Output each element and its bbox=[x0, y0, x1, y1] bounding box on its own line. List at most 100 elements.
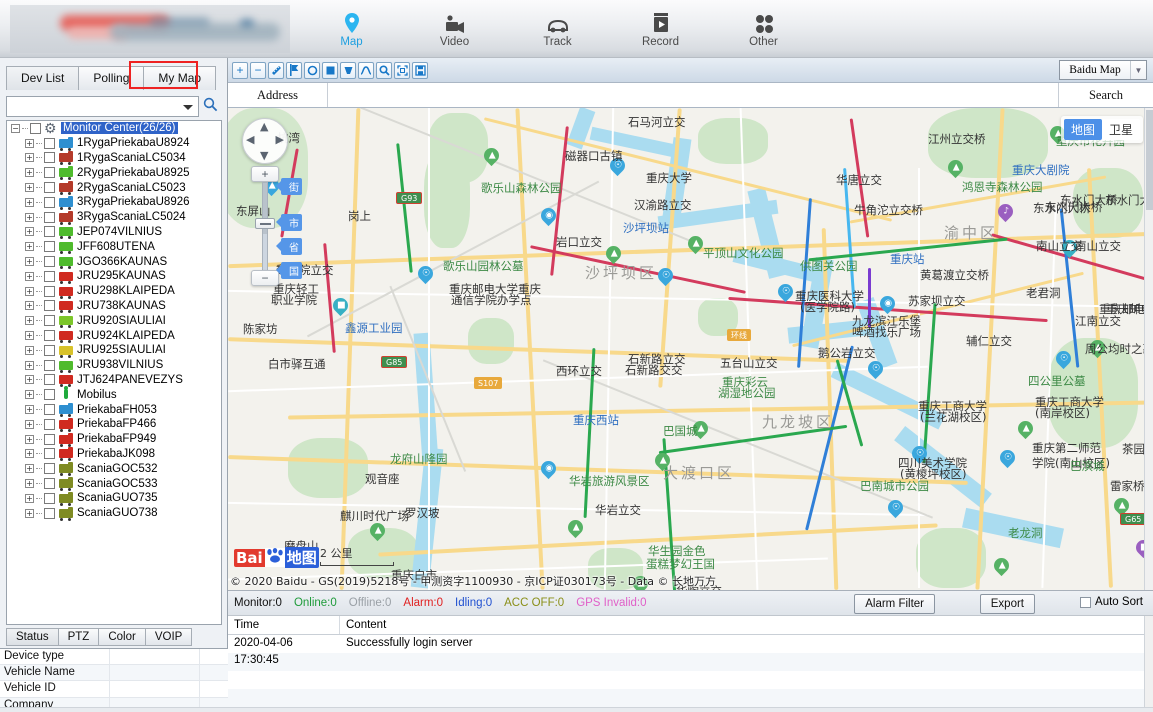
expand-icon[interactable]: + bbox=[25, 227, 34, 237]
tree-item[interactable]: +1RygaScaniaLC5034 bbox=[7, 151, 221, 166]
expand-icon[interactable]: + bbox=[25, 197, 34, 207]
tab-voip[interactable]: VOIP bbox=[144, 628, 193, 646]
checkbox-icon[interactable] bbox=[44, 433, 55, 445]
expand-icon[interactable]: + bbox=[25, 168, 34, 178]
checkbox-icon[interactable] bbox=[44, 270, 55, 282]
tree-item[interactable]: + JFF608UTENA bbox=[7, 239, 221, 255]
device-search-combo[interactable] bbox=[6, 95, 199, 117]
expand-icon[interactable]: + bbox=[25, 257, 34, 267]
tree-item[interactable]: + JRU920SIAULIAI bbox=[7, 313, 221, 329]
map-canvas[interactable]: ▲ ▲ ▲ ☉ ◉ ▲ ▲ ☉ ■ ☉ ☉ ♪ ◉ ☉ ■ ▲ ▲ ☉ ▲ ◉ … bbox=[228, 108, 1153, 590]
tab-polling[interactable]: Polling bbox=[78, 66, 145, 90]
tree-item[interactable]: + PriekabaJK098 bbox=[7, 447, 221, 462]
circle-icon[interactable] bbox=[304, 61, 320, 79]
square-icon[interactable] bbox=[322, 61, 338, 79]
checkbox-icon[interactable] bbox=[44, 211, 55, 223]
checkbox-icon[interactable] bbox=[44, 152, 55, 164]
zoom-level-country[interactable]: 国 bbox=[276, 262, 302, 279]
tree-item[interactable]: + ScaniaGUO738 bbox=[7, 506, 221, 521]
map-view-map-button[interactable]: 地图 bbox=[1063, 119, 1102, 140]
expand-icon[interactable]: + bbox=[25, 271, 34, 281]
pan-right-icon[interactable]: ▶ bbox=[276, 133, 284, 146]
tree-item[interactable]: + ScaniaGOC532 bbox=[7, 461, 221, 477]
tree-item[interactable]: +1RygaPriekabaU8924 bbox=[7, 136, 221, 151]
tab-color[interactable]: Color bbox=[98, 628, 146, 646]
collapse-icon[interactable]: − bbox=[11, 123, 20, 133]
map-vertical-scrollbar[interactable] bbox=[1144, 108, 1153, 590]
expand-icon[interactable]: + bbox=[25, 434, 34, 444]
polygon-icon[interactable] bbox=[340, 61, 356, 79]
nav-item-video[interactable]: Video bbox=[403, 0, 506, 58]
fullscreen-icon[interactable] bbox=[394, 61, 410, 79]
baidu-logo[interactable]: Bai 地图 bbox=[234, 547, 319, 568]
tree-item[interactable]: + JRU298KLAIPEDA bbox=[7, 284, 221, 299]
expand-icon[interactable]: + bbox=[25, 183, 34, 193]
checkbox-icon[interactable] bbox=[44, 344, 55, 356]
tree-item[interactable]: +3RygaScaniaLC5024 bbox=[7, 210, 221, 225]
plus-icon[interactable]: + bbox=[232, 61, 248, 79]
address-input[interactable] bbox=[328, 83, 1058, 107]
checkbox-icon[interactable] bbox=[44, 182, 55, 194]
checkbox-icon[interactable] bbox=[44, 359, 55, 371]
expand-icon[interactable]: + bbox=[25, 405, 34, 415]
tree-item[interactable]: + JRU295KAUNAS bbox=[7, 269, 221, 284]
expand-icon[interactable]: + bbox=[25, 242, 34, 252]
auto-sort-checkbox[interactable]: Auto Sort bbox=[1080, 596, 1143, 608]
tree-item[interactable]: + PriekabaFP466 bbox=[7, 417, 221, 432]
zoom-thumb[interactable] bbox=[255, 218, 275, 229]
checkbox-icon[interactable] bbox=[44, 167, 55, 179]
expand-icon[interactable]: + bbox=[25, 390, 34, 400]
tree-item[interactable]: + JEP074VILNIUS bbox=[7, 225, 221, 240]
checkbox-icon[interactable] bbox=[44, 330, 55, 342]
tree-item[interactable]: + Mobilus bbox=[7, 386, 221, 402]
tree-item[interactable]: + JGO366KAUNAS bbox=[7, 254, 221, 270]
tree-item[interactable]: + JRU924KLAIPEDA bbox=[7, 328, 221, 344]
checkbox-icon[interactable] bbox=[44, 137, 55, 149]
checkbox-icon[interactable] bbox=[44, 418, 55, 430]
device-tree[interactable]: −Monitor Center(26/26)+1RygaPriekabaU892… bbox=[6, 120, 222, 625]
nav-item-record[interactable]: Record bbox=[609, 0, 712, 58]
expand-icon[interactable]: + bbox=[25, 419, 34, 429]
tab-dev-list[interactable]: Dev List bbox=[6, 66, 80, 90]
search-icon[interactable] bbox=[199, 97, 221, 115]
tree-item[interactable]: +2RygaPriekabaU8925 bbox=[7, 165, 221, 181]
log-vertical-scrollbar[interactable] bbox=[1144, 616, 1153, 712]
expand-icon[interactable]: + bbox=[25, 479, 34, 489]
alarm-filter-button[interactable]: Alarm Filter bbox=[854, 594, 935, 614]
pan-left-icon[interactable]: ◀ bbox=[246, 133, 254, 146]
expand-icon[interactable]: + bbox=[25, 493, 34, 503]
checkbox-icon[interactable] bbox=[44, 300, 55, 312]
save-icon[interactable] bbox=[412, 61, 428, 79]
checkbox-icon[interactable] bbox=[44, 404, 55, 416]
checkbox-icon[interactable] bbox=[30, 122, 41, 134]
zoom-level-street[interactable]: 街 bbox=[276, 178, 302, 195]
expand-icon[interactable]: + bbox=[25, 153, 34, 163]
tree-item[interactable]: + JRU938VILNIUS bbox=[7, 358, 221, 373]
event-log-table[interactable]: Time Content 2020-04-06 17:30:45 Successf… bbox=[228, 616, 1153, 712]
expand-icon[interactable]: + bbox=[25, 375, 34, 385]
nav-item-track[interactable]: Track bbox=[506, 0, 609, 58]
tab-my-map[interactable]: My Map bbox=[143, 66, 217, 90]
minus-icon[interactable]: − bbox=[250, 61, 266, 79]
checkbox-icon[interactable] bbox=[44, 374, 55, 386]
tree-root-monitor-center[interactable]: − Monitor Center(26/26) bbox=[7, 121, 221, 137]
expand-icon[interactable]: + bbox=[25, 301, 34, 311]
expand-icon[interactable]: + bbox=[25, 138, 34, 148]
map-source-select[interactable]: Baidu Map ▼ bbox=[1059, 60, 1147, 80]
expand-icon[interactable]: + bbox=[25, 464, 34, 474]
tree-item[interactable]: + JTJ624PANEVEZYS bbox=[7, 373, 221, 388]
chevron-down-icon[interactable] bbox=[183, 104, 193, 110]
expand-icon[interactable]: + bbox=[25, 212, 34, 222]
tree-item[interactable]: + ScaniaGUO735 bbox=[7, 491, 221, 506]
checkbox-icon[interactable] bbox=[44, 478, 55, 490]
tab-status[interactable]: Status bbox=[6, 628, 59, 646]
expand-icon[interactable]: + bbox=[25, 345, 34, 355]
nav-item-other[interactable]: Other bbox=[712, 0, 815, 58]
zoom-level-province[interactable]: 省 bbox=[276, 238, 302, 255]
map-view-satellite-button[interactable]: 卫星 bbox=[1101, 119, 1140, 140]
tree-item[interactable]: +3RygaPriekabaU8926 bbox=[7, 195, 221, 210]
checkbox-icon[interactable] bbox=[44, 463, 55, 475]
checkbox-icon[interactable] bbox=[44, 492, 55, 504]
checkbox-icon[interactable] bbox=[44, 241, 55, 253]
tab-ptz[interactable]: PTZ bbox=[57, 628, 100, 646]
